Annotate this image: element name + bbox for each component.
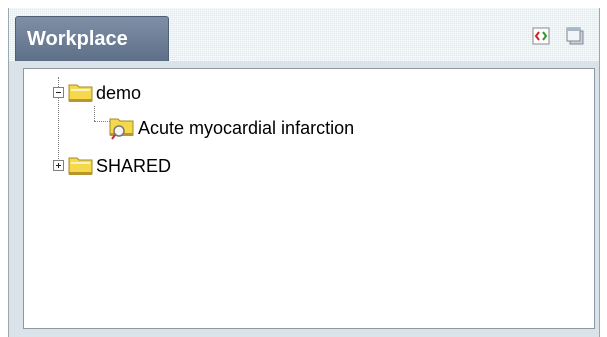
collapse-toggle[interactable] — [53, 87, 64, 98]
expand-all-icon[interactable] — [531, 26, 551, 46]
analysis-folder-icon — [109, 114, 135, 145]
workplace-tree: demo Acute myocardial infarction SHARED — [23, 68, 595, 329]
tab-workplace[interactable]: Workplace — [15, 16, 169, 61]
expand-toggle[interactable] — [53, 160, 64, 171]
tree-node-shared[interactable]: SHARED — [53, 153, 253, 179]
tree-connector — [94, 121, 110, 122]
folder-icon — [68, 80, 94, 109]
tree-node-acute-myocardial-infarction[interactable]: Acute myocardial infarction — [109, 115, 469, 141]
folder-icon — [68, 153, 94, 182]
tree-node-label: Acute myocardial infarction — [138, 117, 355, 138]
workplace-panel: Workplace demo Acute myocardial infarcti… — [8, 8, 600, 337]
tree-node-demo[interactable]: demo — [53, 80, 253, 106]
panel-header: Workplace — [9, 8, 599, 61]
window-icon[interactable] — [565, 26, 585, 46]
tree-node-label: demo — [96, 82, 142, 103]
tree-connector — [94, 106, 95, 121]
tree-node-label: SHARED — [96, 155, 172, 176]
